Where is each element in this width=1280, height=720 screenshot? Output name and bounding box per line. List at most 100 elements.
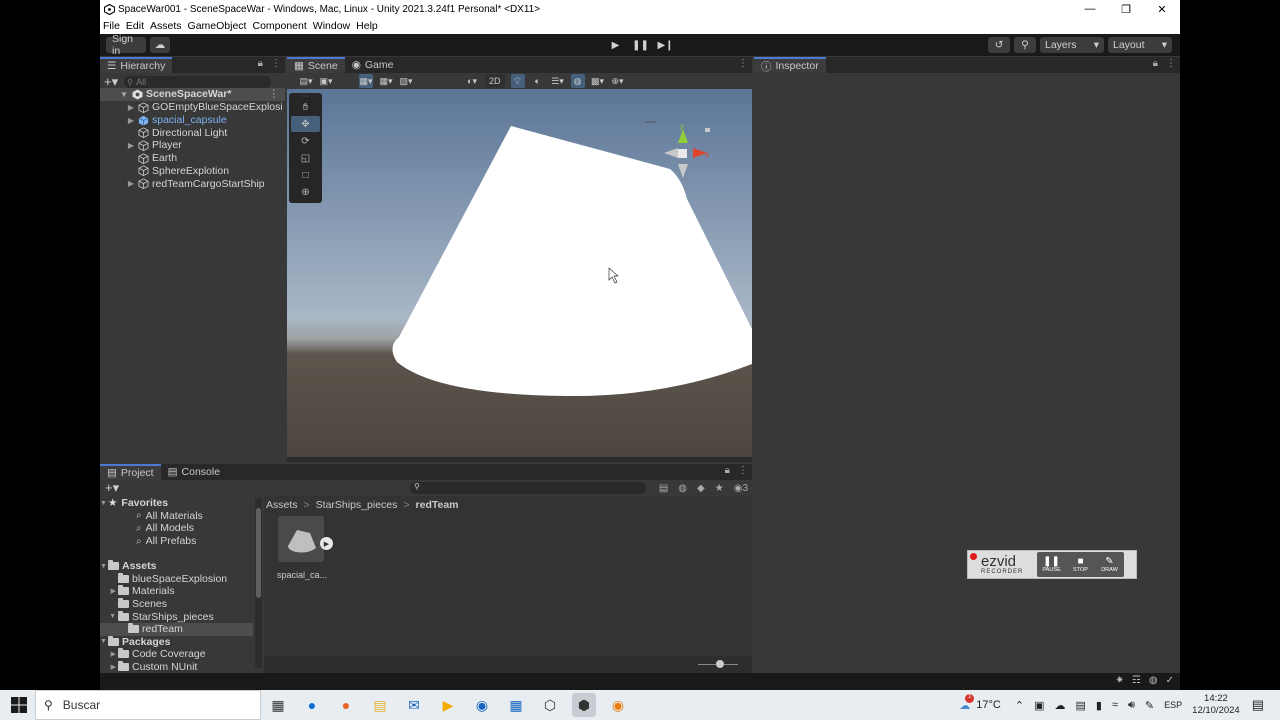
hierarchy-item[interactable]: ▶ GOEmptyBlueSpaceExplosi <box>100 101 285 114</box>
menu-gameobject[interactable]: GameObject <box>188 20 247 32</box>
hidden-objects-icon[interactable]: ◍ <box>570 74 585 88</box>
cube-icon[interactable]: ▣▾ <box>319 74 333 88</box>
step-button[interactable]: ▶❙ <box>653 37 678 53</box>
expand-arrow-icon[interactable]: ▶ <box>100 179 134 188</box>
tree-package[interactable]: ▶ Code Coverage <box>100 648 253 661</box>
search-icon[interactable]: ⚲ <box>1014 37 1036 53</box>
expand-arrow-icon[interactable]: ▶ <box>100 663 118 671</box>
tree-folder[interactable]: ▼ StarShips_pieces <box>100 610 253 623</box>
windows-start-icon[interactable] <box>8 693 30 717</box>
gizmos-icon[interactable]: ⊕▾ <box>611 74 625 88</box>
kebab-menu-icon[interactable]: ⋮ <box>738 465 748 476</box>
notifications-icon[interactable]: ▤ <box>1252 697 1264 713</box>
ezvid-draw-button[interactable]: ✎ DRAW <box>1095 552 1124 577</box>
kebab-menu-icon[interactable]: ⋮ <box>269 88 280 100</box>
kebab-menu-icon[interactable]: ⋮ <box>738 58 748 69</box>
tab-game[interactable]: ◉ Game <box>345 57 401 73</box>
effects-icon[interactable]: ☰▾ <box>551 74 565 88</box>
unity-editor-icon[interactable]: ⬢ <box>572 693 596 717</box>
lock-icon[interactable]: 🔒︎ <box>258 58 263 69</box>
layers-dropdown[interactable]: Layers ▾ <box>1040 37 1104 53</box>
outlook-icon[interactable]: ✉ <box>402 693 426 717</box>
tree-favorite-item[interactable]: ⌕ All Prefabs <box>100 535 253 548</box>
tray-app2-icon[interactable]: ▤ <box>1075 699 1085 712</box>
hierarchy-item[interactable]: SphereExplotion <box>100 165 285 178</box>
minimize-button[interactable]: — <box>1072 0 1108 18</box>
breadcrumb-redteam[interactable]: redTeam <box>416 499 459 511</box>
label-icon[interactable]: ◆ <box>697 483 705 494</box>
kebab-menu-icon[interactable]: ⋮ <box>271 58 281 69</box>
tree-folder[interactable]: ▶ Materials <box>100 585 253 598</box>
history-icon[interactable]: ↺ <box>988 37 1010 53</box>
tree-favorites[interactable]: ▼ ★ Favorites <box>100 497 253 510</box>
tree-packages[interactable]: ▼ Packages <box>100 635 253 649</box>
zoom-slider[interactable] <box>698 660 738 668</box>
expand-arrow-icon[interactable]: ▼ <box>100 90 128 99</box>
expand-asset-icon[interactable]: ▶ <box>320 537 333 550</box>
wifi-icon[interactable]: ≈ <box>1112 699 1118 711</box>
menu-assets[interactable]: Assets <box>150 20 182 32</box>
file-explorer-icon[interactable]: ▤ <box>368 693 392 717</box>
tree-folder-selected[interactable]: redTeam <box>100 623 253 636</box>
taskbar-search-input[interactable]: ⚲ Buscar <box>35 690 261 720</box>
draw-mode-icon[interactable]: ▤▾ <box>299 74 313 88</box>
hierarchy-item[interactable]: ▶ spacial_capsule <box>100 114 285 127</box>
tree-favorite-item[interactable]: ⌕ All Materials <box>100 510 253 523</box>
hierarchy-item[interactable]: Earth <box>100 152 285 165</box>
expand-arrow-icon[interactable]: ▶ <box>100 116 134 125</box>
hidden-packages-icon[interactable]: ◉3 <box>734 483 748 494</box>
tray-app-icon[interactable]: ▣ <box>1034 699 1044 712</box>
ezvid-pause-button[interactable]: ❚❚ PAUSE <box>1037 552 1066 577</box>
volume-icon[interactable]: 🔊︎ <box>1128 699 1135 712</box>
bug-icon[interactable]: ✷ <box>1116 675 1124 686</box>
debug-mode-icon[interactable]: ◍ <box>1149 675 1158 686</box>
task-view-icon[interactable]: ▦ <box>266 693 290 717</box>
chevron-up-icon[interactable]: ⌃ <box>1015 699 1024 712</box>
expand-arrow-icon[interactable]: ▼ <box>100 500 108 507</box>
edge-icon[interactable]: ● <box>300 693 324 717</box>
tab-console[interactable]: ▤ Console <box>161 464 227 480</box>
expand-arrow-icon[interactable]: ▶ <box>100 103 134 112</box>
search-by-type-icon[interactable]: ▤ <box>659 483 668 494</box>
hierarchy-item[interactable]: Directional Light <box>100 126 285 139</box>
move-tool-icon[interactable]: ✥ <box>291 116 320 132</box>
tab-scene[interactable]: ▦ Scene <box>287 57 345 73</box>
pause-button[interactable]: ❚❚ <box>628 37 653 53</box>
grid-snap-icon[interactable]: ▦▾ <box>359 74 373 88</box>
star-icon[interactable]: ★ <box>715 483 724 494</box>
hierarchy-search-input[interactable]: ⚲ All <box>124 76 271 88</box>
app-icon[interactable]: ◉ <box>470 693 494 717</box>
media-player-icon[interactable]: ▶ <box>436 693 460 717</box>
transform-tool-icon[interactable]: ⊕ <box>291 184 320 200</box>
hand-tool-icon[interactable]: ✋︎ <box>291 99 320 115</box>
expand-arrow-icon[interactable]: ▼ <box>100 613 118 620</box>
ezvid-stop-button[interactable]: ■ STOP <box>1066 552 1095 577</box>
cache-icon[interactable]: ☶ <box>1132 675 1141 686</box>
project-search-input[interactable]: ⚲ <box>410 482 646 494</box>
tree-package[interactable]: ▶ Custom NUnit <box>100 661 253 674</box>
zoom-slider-handle[interactable] <box>716 660 724 668</box>
expand-arrow-icon[interactable]: ▶ <box>100 650 118 658</box>
battery-icon[interactable]: ▮ <box>1096 699 1102 712</box>
menu-file[interactable]: File <box>103 20 120 32</box>
blender-icon[interactable]: ◉ <box>606 693 630 717</box>
sign-in-button[interactable]: Sign in <box>106 33 146 57</box>
firefox-icon[interactable]: ● <box>334 693 358 717</box>
tree-scrollbar[interactable] <box>255 498 262 668</box>
close-button[interactable]: ✕ <box>1144 0 1180 18</box>
scene-root-row[interactable]: ▼ SceneSpaceWar* ⋮ <box>100 88 285 101</box>
lighting-icon[interactable]: 💡︎ <box>510 74 525 88</box>
menu-window[interactable]: Window <box>313 20 350 32</box>
expand-arrow-icon[interactable]: ▼ <box>100 563 108 570</box>
tree-folder[interactable]: blueSpaceExplosion <box>100 572 253 586</box>
breadcrumb-assets[interactable]: Assets <box>266 499 298 511</box>
scale-tool-icon[interactable]: ◱ <box>291 150 320 166</box>
clock[interactable]: 14:22 12/10/2024 <box>1192 693 1240 717</box>
scene-viewport[interactable]: y x ⋯ ✋︎ ✥ ⟳ ◱ □ ⊕ <box>287 89 752 457</box>
filter-icon[interactable]: ◍ <box>678 483 687 494</box>
rotate-tool-icon[interactable]: ⟳ <box>291 133 320 149</box>
tree-scrollbar-thumb[interactable] <box>256 508 261 598</box>
expand-arrow-icon[interactable]: ▶ <box>100 587 118 595</box>
tree-assets[interactable]: ▼ Assets <box>100 560 253 573</box>
expand-arrow-icon[interactable]: ▶ <box>100 141 134 150</box>
